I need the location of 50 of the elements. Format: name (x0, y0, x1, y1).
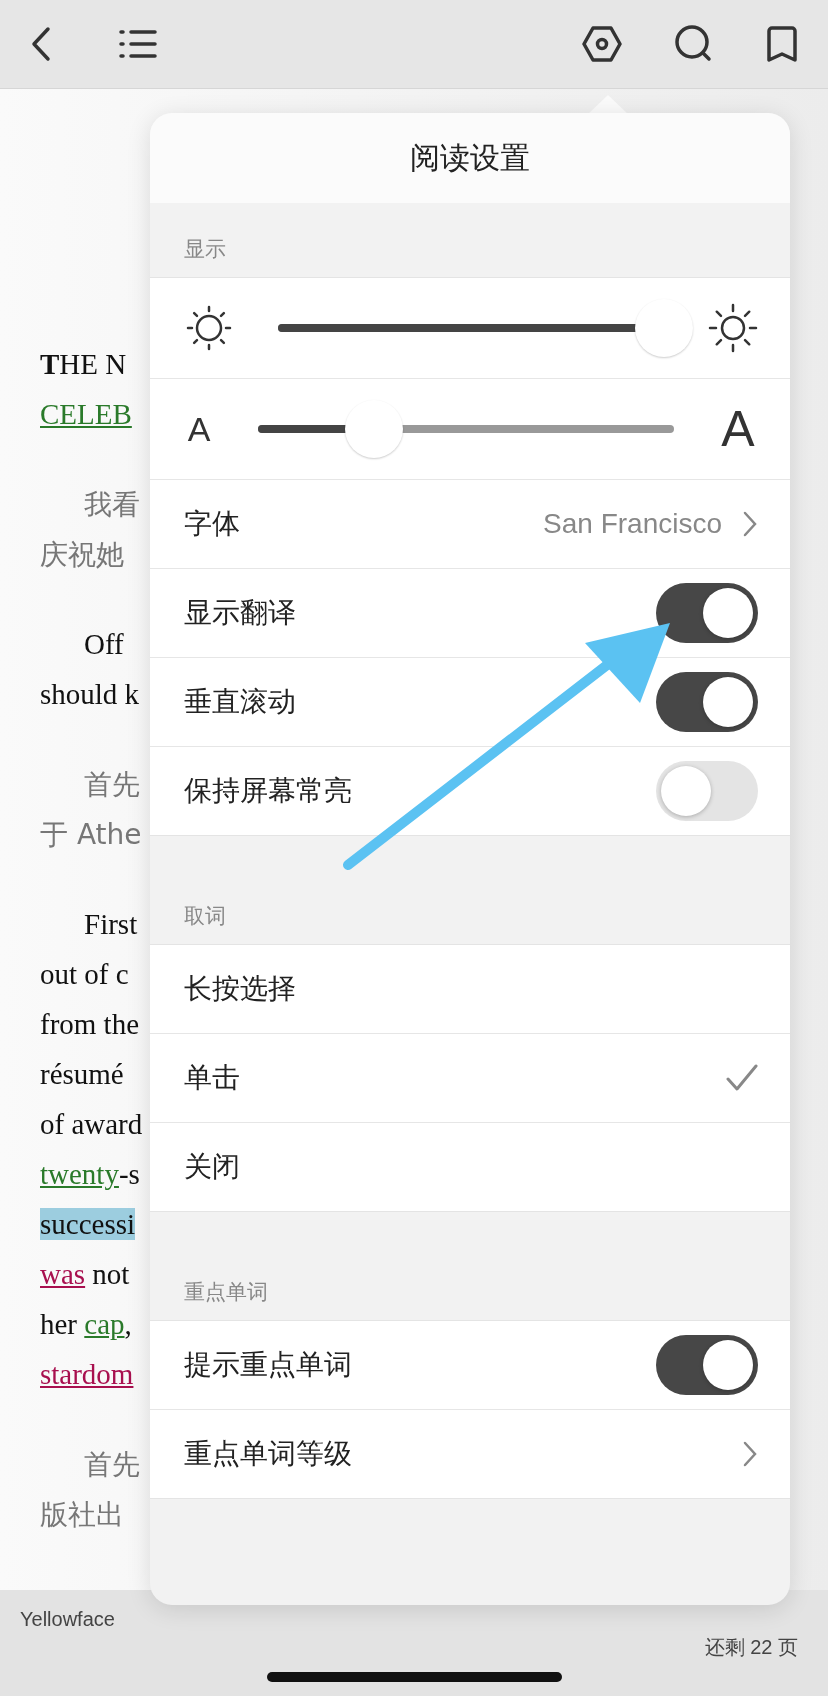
book-text-line: from the (40, 1007, 141, 1042)
book-text-line: résumé (40, 1057, 125, 1092)
book-text-line: Off (83, 627, 125, 662)
row-label: 长按选择 (184, 972, 297, 1006)
toggle-switch[interactable] (656, 761, 758, 821)
large-font-label: A (720, 400, 756, 458)
font-row[interactable]: 字体 San Francisco (150, 479, 790, 568)
book-text-line: 于 Athe (40, 817, 143, 853)
book-text-line: out of c (40, 957, 130, 992)
option-row[interactable]: 单击 (150, 1033, 790, 1122)
small-font-label: A (186, 409, 212, 449)
row-label: 字体 (184, 507, 241, 541)
book-text-line: 庆祝她 (40, 537, 125, 573)
section-header: 重点单词 (183, 1279, 269, 1305)
row-label: 单击 (184, 1061, 241, 1095)
row-label: 关闭 (184, 1150, 241, 1184)
book-text-line: should k (40, 677, 141, 712)
chevron-right-icon (742, 510, 758, 538)
row-label: 保持屏幕常亮 (184, 774, 353, 808)
book-title: Yellowface (20, 1608, 115, 1632)
link-row[interactable]: 重点单词等级 (150, 1409, 790, 1498)
toggle-switch[interactable] (656, 1335, 758, 1395)
toggle-switch[interactable] (656, 583, 758, 643)
book-text-line: her cap, (40, 1307, 133, 1342)
book-text-line: of award (40, 1107, 144, 1142)
book-text-line: THE N (40, 347, 128, 382)
book-text-line: 版社出 (40, 1497, 125, 1533)
book-text-line: 我看 (83, 487, 141, 523)
toggle-switch[interactable] (656, 672, 758, 732)
book-text-line: CELEB (40, 397, 133, 432)
section-header: 取词 (183, 903, 227, 929)
pages-left: 还剩 22 页 (704, 1635, 798, 1658)
small-sun-icon (184, 303, 234, 353)
section-header: 显示 (183, 236, 227, 262)
option-row[interactable]: 关闭 (150, 1122, 790, 1211)
row-label: 重点单词等级 (184, 1437, 353, 1471)
book-text-line: 首先 (83, 767, 141, 803)
chevron-right-icon (742, 1440, 758, 1468)
popover-title: 阅读设置 (410, 139, 530, 176)
book-text-line: First (83, 907, 139, 942)
book-text-line: stardom (40, 1357, 135, 1392)
row-label: 提示重点单词 (184, 1348, 353, 1382)
font-value: San Francisco (543, 508, 722, 540)
book-text-line: 首先 (83, 1447, 141, 1483)
book-text-line: was not (40, 1257, 131, 1292)
book-text-line: twenty-s (40, 1157, 141, 1192)
option-row[interactable]: 长按选择 (150, 945, 790, 1033)
row-label: 垂直滚动 (184, 685, 297, 719)
large-sun-icon (708, 303, 758, 353)
row-label: 显示翻译 (184, 596, 297, 630)
